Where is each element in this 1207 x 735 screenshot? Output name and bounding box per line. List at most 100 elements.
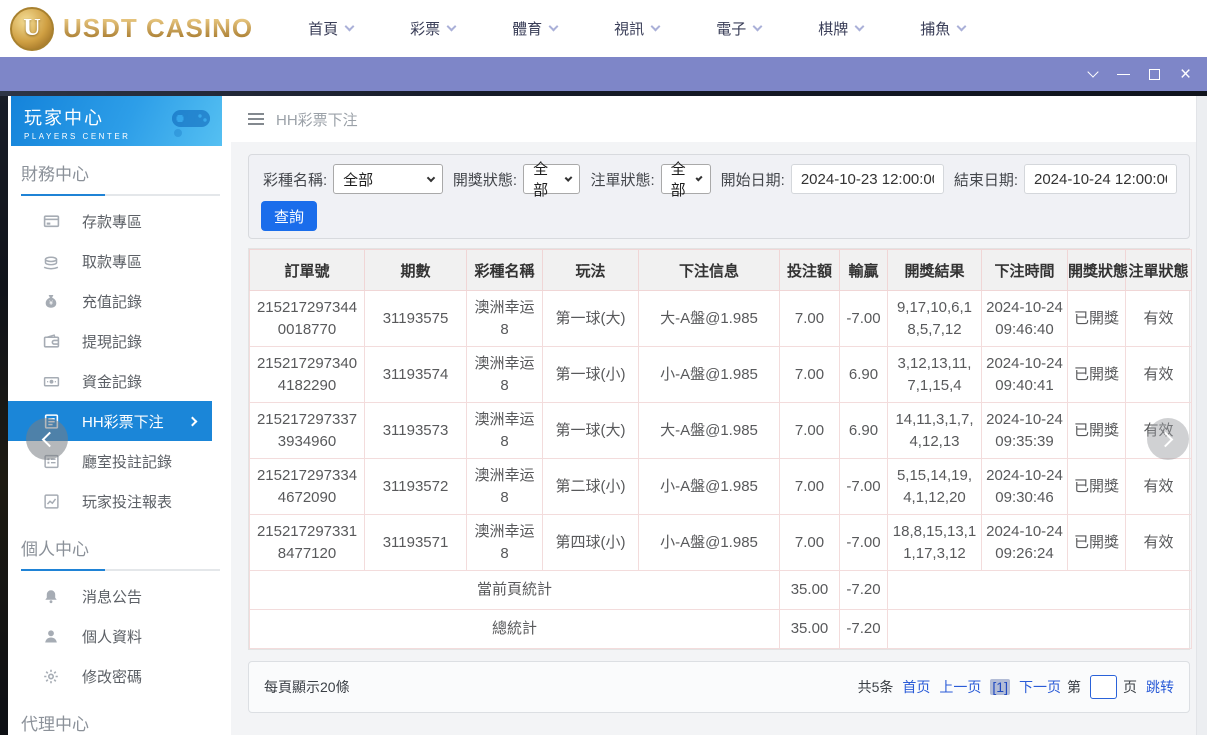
nav-electronic[interactable]: 電子: [716, 18, 763, 39]
cell-period: 31193571: [364, 514, 467, 571]
first-page-link[interactable]: 首页: [902, 677, 930, 697]
nav-fishing[interactable]: 捕魚: [920, 18, 967, 39]
nav-video[interactable]: 視訊: [614, 18, 661, 39]
cell-play: 第一球(大): [542, 402, 639, 459]
sidebar-item-label: 玩家投注報表: [82, 493, 173, 511]
sidebar-item-profile[interactable]: 個人資料: [8, 616, 231, 656]
lottery-name-select[interactable]: 全部: [333, 164, 443, 194]
minimize-icon: [1117, 73, 1130, 75]
window-minimize-button[interactable]: [1108, 57, 1139, 91]
menu-toggle-icon[interactable]: [248, 113, 264, 115]
gamepad-icon: [172, 110, 210, 137]
sidebar-section-label: 財務中心: [21, 165, 89, 184]
sidebar-item-player-bet-report[interactable]: 玩家投注報表: [8, 481, 231, 521]
summary-amount: 35.00: [779, 570, 840, 610]
sidebar-item-withdraw[interactable]: 取款專區: [8, 241, 231, 281]
current-page-badge[interactable]: [1]: [990, 679, 1010, 695]
window-title-bar: ×: [0, 57, 1207, 91]
chevron-down-icon: [854, 21, 865, 32]
sidebar-item-label: 存款專區: [82, 213, 143, 231]
cell-order-no: 2152172973373934960: [249, 402, 365, 459]
table-row: 2152172973404182290 31193574 澳洲幸运8 第一球(小) 小-…: [249, 346, 1192, 403]
cell-order-no: 2152172973440018770: [249, 290, 365, 347]
search-button[interactable]: 查詢: [261, 201, 317, 231]
pagination-bar: 每頁顯示20條 共5条 首页 上一页 [1] 下一页 第 页 跳转: [248, 661, 1190, 713]
site-logo[interactable]: U USDT CASINO: [10, 6, 253, 51]
money-bag-icon: ¥: [41, 291, 61, 311]
summary-win-loss: -7.20: [839, 609, 888, 649]
sidebar-collapse-button[interactable]: [26, 418, 68, 460]
cell-win-loss: -7.00: [839, 514, 888, 571]
summary-label: 當前頁統計: [249, 570, 780, 610]
sidebar-item-funds-history[interactable]: 資金記錄: [8, 361, 231, 401]
table-row: 2152172973344672090 31193572 澳洲幸运8 第二球(小) 小-…: [249, 458, 1192, 515]
cell-bet-info: 小-A盤@1.985: [638, 346, 780, 403]
logo-letter: U: [23, 15, 41, 41]
nav-home[interactable]: 首頁: [308, 18, 355, 39]
chevron-left-icon: [41, 431, 58, 447]
nav-item-label: 首頁: [308, 21, 339, 38]
start-date-label: 開始日期:: [720, 171, 785, 189]
end-date-label: 結束日期:: [953, 171, 1018, 189]
cell-amount: 7.00: [779, 458, 840, 515]
sidebar-item-announcements[interactable]: 消息公告: [8, 576, 231, 616]
top-nav-bar: U USDT CASINO 首頁 彩票 體育 視訊 電子 棋牌 捕魚: [0, 0, 1207, 57]
bell-icon: [41, 586, 61, 606]
sidebar-item-label: 取款專區: [82, 253, 143, 271]
end-date-input[interactable]: [1024, 164, 1177, 194]
panel-expand-button[interactable]: [1147, 418, 1189, 460]
vertical-scrollbar[interactable]: [1196, 96, 1207, 735]
draw-status-value: 全部: [533, 161, 549, 199]
start-date-input[interactable]: [790, 164, 944, 194]
cell-lottery: 澳洲幸运8: [466, 346, 543, 403]
order-status-value: 全部: [670, 161, 686, 199]
column-header: 玩法: [542, 249, 639, 291]
sidebar-item-deposit[interactable]: 存款專區: [8, 201, 231, 241]
window-close-button[interactable]: ×: [1170, 57, 1201, 91]
chevron-down-icon: [446, 21, 457, 32]
order-status-label: 注單狀態:: [590, 171, 655, 189]
sidebar-item-label: HH彩票下注: [82, 413, 164, 431]
nav-item-label: 體育: [512, 21, 543, 38]
cell-order-no: 2152172973318477120: [249, 514, 365, 571]
cell-play: 第一球(小): [542, 346, 639, 403]
players-center-banner: 玩家中心 PLAYERS CENTER: [11, 96, 222, 146]
chevron-down-icon: [548, 21, 559, 32]
summary-amount: 35.00: [779, 609, 840, 649]
background-left-strip: [0, 96, 8, 735]
summary-win-loss: -7.20: [839, 570, 888, 610]
lottery-name-label: 彩種名稱:: [263, 171, 328, 189]
nav-item-label: 捕魚: [920, 21, 951, 38]
grand-total-row: 總統計 35.00 -7.20: [249, 609, 1192, 649]
nav-sports[interactable]: 體育: [512, 18, 559, 39]
order-status-select[interactable]: 全部: [660, 161, 711, 199]
sidebar-section-label: 代理中心: [21, 715, 89, 734]
sidebar-item-label: 提現記錄: [82, 333, 143, 351]
column-header: 期數: [364, 249, 467, 291]
deposit-icon: [41, 211, 61, 231]
draw-status-select[interactable]: 全部: [523, 161, 581, 199]
column-header: 投注額: [779, 249, 840, 291]
prev-page-link[interactable]: 上一页: [939, 677, 981, 697]
window-maximize-button[interactable]: [1139, 57, 1170, 91]
sidebar-item-change-password[interactable]: 修改密碼: [8, 656, 231, 696]
current-page-summary-row: 當前頁統計 35.00 -7.20: [249, 570, 1192, 610]
cell-amount: 7.00: [779, 290, 840, 347]
cell-draw-status: 已開獎: [1067, 514, 1126, 571]
window-dropdown-button[interactable]: [1077, 57, 1108, 91]
next-page-link[interactable]: 下一页: [1019, 677, 1061, 697]
sidebar-item-recharge-history[interactable]: ¥ 充值記錄: [8, 281, 231, 321]
jump-button[interactable]: 跳转: [1146, 677, 1174, 697]
column-header: 下注時間: [981, 249, 1068, 291]
nav-lottery[interactable]: 彩票: [410, 18, 457, 39]
column-header: 輸贏: [839, 249, 888, 291]
cell-bet-info: 小-A盤@1.985: [638, 514, 780, 571]
page-jump-input[interactable]: [1090, 675, 1117, 699]
nav-board-games[interactable]: 棋牌: [818, 18, 865, 39]
gear-icon: [41, 666, 61, 686]
user-icon: [41, 626, 61, 646]
cell-order-status: 有效: [1125, 346, 1192, 403]
cell-period: 31193572: [364, 458, 467, 515]
chevron-down-icon: [695, 173, 704, 182]
sidebar-item-withdraw-history[interactable]: 提現記錄: [8, 321, 231, 361]
